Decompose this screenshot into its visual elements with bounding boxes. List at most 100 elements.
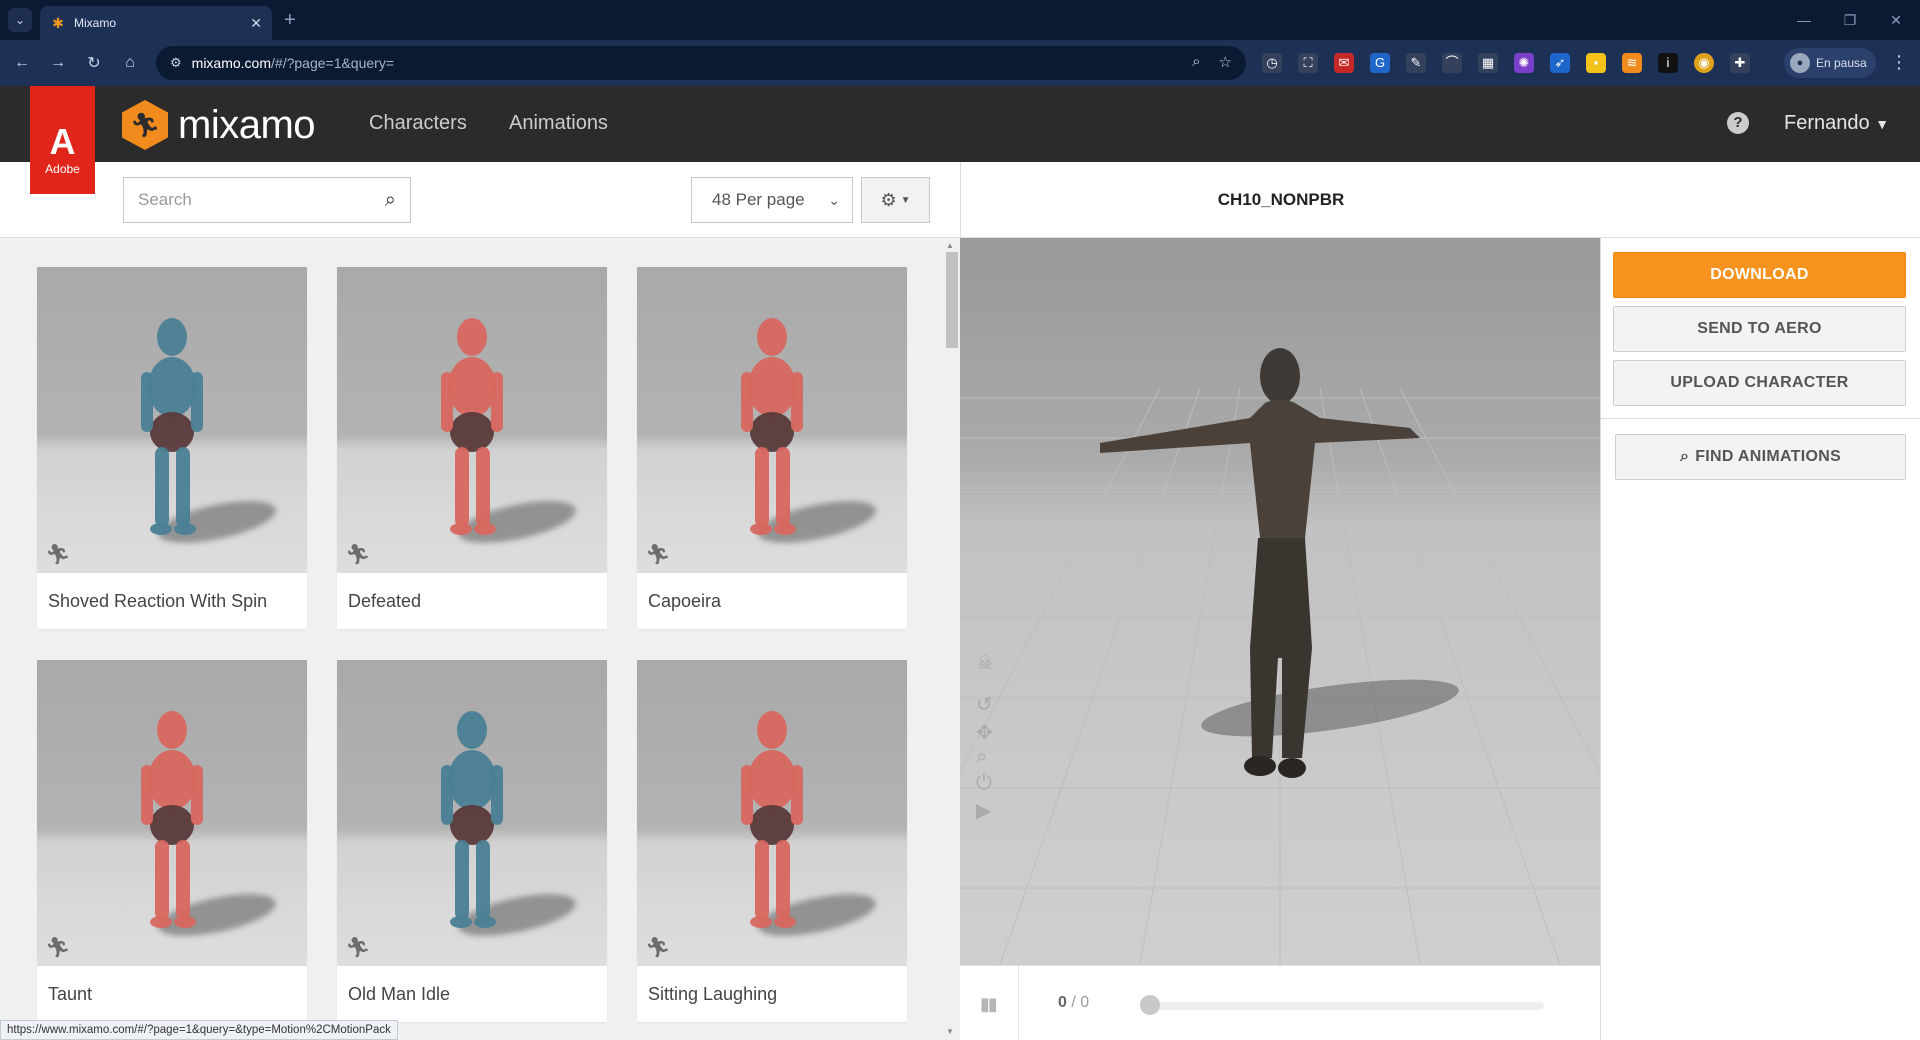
character-name: CH10_NONPBR — [1217, 190, 1345, 209]
running-man-icon: 🏃︎ — [645, 544, 671, 566]
action-panel: DOWNLOAD SEND TO AERO UPLOAD CHARACTER ⌕… — [1600, 238, 1920, 1040]
nav-animations[interactable]: Animations — [509, 112, 608, 135]
profile-button[interactable]: ● En pausa — [1784, 48, 1876, 78]
caret-down-icon: ▼ — [1875, 116, 1890, 132]
animation-label: Defeated — [348, 590, 422, 611]
extension-info-icon[interactable]: i — [1658, 53, 1678, 73]
close-tab-icon[interactable]: ✕ — [250, 15, 262, 32]
search-icon[interactable]: ⌕ — [385, 189, 396, 212]
animation-label: Sitting Laughing — [648, 983, 778, 1004]
animation-card[interactable]: 🏃︎ Taunt — [37, 660, 307, 1022]
bookmark-star-icon[interactable]: ☆ — [1219, 53, 1232, 71]
user-name: Fernando — [1784, 112, 1870, 134]
find-animations-button[interactable]: ⌕ FIND ANIMATIONS — [1615, 434, 1906, 480]
animation-thumbnail: 🏃︎ — [637, 267, 907, 573]
send-to-aero-button[interactable]: SEND TO AERO — [1613, 306, 1906, 352]
running-man-icon: 🏃︎ — [45, 544, 71, 566]
extensions-puzzle-icon[interactable]: ✚ — [1730, 53, 1750, 73]
animation-thumbnail: 🏃︎ — [37, 660, 307, 966]
running-man-icon: 🏃︎ — [645, 937, 671, 959]
extension-gear-icon[interactable]: ✺ — [1514, 53, 1534, 73]
back-button[interactable]: ← — [10, 51, 34, 75]
mannequin-figure — [741, 318, 803, 535]
animation-card[interactable]: 🏃︎ Shoved Reaction With Spin — [37, 267, 307, 629]
extension-eyedropper-icon[interactable]: ✎ — [1406, 53, 1426, 73]
extension-mail-icon[interactable]: ✉ — [1334, 53, 1354, 73]
chevron-down-icon: ⌄ — [828, 191, 840, 208]
viewport-floor-grid — [960, 348, 1600, 965]
forward-button[interactable]: → — [46, 51, 70, 75]
timeline-handle[interactable] — [1140, 995, 1160, 1015]
user-menu[interactable]: Fernando ▼ — [1784, 112, 1889, 135]
grid-scrollbar-track[interactable] — [945, 239, 960, 1040]
animation-card[interactable]: 🏃︎ Sitting Laughing — [637, 660, 907, 1022]
gear-icon: ⚙ — [880, 189, 897, 210]
timeline-track[interactable] — [1140, 1002, 1544, 1010]
pause-icon[interactable]: ▮▮ — [980, 994, 998, 1015]
power-icon[interactable]: ⏻ — [976, 772, 992, 795]
per-page-select[interactable]: 48 Per page ⌄ — [691, 177, 853, 223]
extension-clapper-icon[interactable]: ▦ — [1478, 53, 1498, 73]
grid-scrollbar-thumb[interactable] — [946, 252, 958, 348]
skull-icon[interactable]: ☠ — [976, 651, 994, 676]
animation-card[interactable]: 🏃︎ Old Man Idle — [337, 660, 607, 1022]
home-button[interactable]: ⌂ — [118, 51, 142, 75]
site-settings-icon[interactable]: ⚙ — [170, 55, 182, 71]
animation-grid: 🏃︎ Shoved Reaction With Spin 🏃︎ Defeated 🏃︎ C… — [0, 239, 960, 1040]
search-input[interactable] — [138, 190, 385, 210]
extensions-row: ◷ ⛶ ✉ G ✎ ⌒ ▦ ✺ ➶ ▪ ≋ i ◉ ✚ — [1262, 53, 1750, 73]
search-box[interactable]: ⌕ — [123, 177, 411, 223]
close-window-button[interactable]: ✕ — [1876, 6, 1916, 34]
frame-counter: 0 / 0 — [1058, 994, 1089, 1012]
adobe-label: Adobe — [45, 162, 80, 176]
profile-status: En pausa — [1816, 56, 1867, 70]
minimize-window-button[interactable]: — — [1784, 6, 1824, 34]
mannequin-figure — [441, 711, 503, 928]
animation-label: Shoved Reaction With Spin — [48, 590, 268, 611]
adobe-a-icon: A — [49, 121, 76, 162]
extension-rss-icon[interactable]: ≋ — [1622, 53, 1642, 73]
mannequin-figure — [141, 711, 203, 928]
extension-clock-icon[interactable]: ◷ — [1262, 53, 1282, 73]
animation-card[interactable]: 🏃︎ Defeated — [337, 267, 607, 629]
upload-character-button[interactable]: UPLOAD CHARACTER — [1613, 360, 1906, 406]
url-host: mixamo.com — [191, 55, 272, 71]
browser-tab[interactable]: ✱ Mixamo ✕ — [40, 6, 272, 40]
pan-icon[interactable]: ✥ — [976, 720, 993, 745]
animation-label: Taunt — [48, 983, 93, 1004]
mixamo-logo[interactable]: 🏃︎ mixamo — [122, 100, 316, 150]
extension-coin-icon[interactable]: ◉ — [1694, 53, 1714, 73]
extension-feather-icon[interactable]: ➶ — [1550, 53, 1570, 73]
help-icon[interactable]: ? — [1727, 112, 1749, 134]
browse-toolbar: ⌕ 48 Per page ⌄ ⚙ ▼ — [0, 162, 960, 238]
zoom-icon[interactable]: ⌕ — [1192, 53, 1200, 71]
tab-search-button[interactable]: ⌄ — [8, 8, 32, 32]
download-button[interactable]: DOWNLOAD — [1613, 252, 1906, 298]
address-bar[interactable]: ⚙ mixamo.com/#/?page=1&query= ⌕ ☆ — [156, 46, 1246, 80]
adobe-logo[interactable]: A Adobe — [30, 86, 95, 194]
extension-screenshot-icon[interactable]: ⛶ — [1298, 53, 1318, 73]
mixamo-favicon-icon: ✱ — [52, 15, 64, 31]
restore-window-button[interactable]: ❐ — [1830, 6, 1870, 34]
animation-card[interactable]: 🏃︎ Capoeira — [637, 267, 907, 629]
zoom-icon[interactable]: ⌕ — [976, 746, 987, 769]
character-viewport[interactable]: ☠ ↺ ✥ ⌕ ⏻ ▶ — [960, 238, 1600, 965]
search-icon: ⌕ — [1679, 448, 1690, 465]
browser-tab-bar: ⌄ ✱ Mixamo ✕ + — ❐ ✕ — [0, 0, 1920, 40]
scroll-up-arrow[interactable]: ▲ — [946, 241, 954, 250]
nav-characters[interactable]: Characters — [369, 112, 467, 135]
settings-dropdown-button[interactable]: ⚙ ▼ — [861, 177, 930, 223]
browser-menu-icon[interactable]: ⋮ — [1890, 52, 1908, 73]
new-tab-button[interactable]: + — [284, 8, 296, 32]
animation-thumbnail: 🏃︎ — [637, 660, 907, 966]
reload-button[interactable]: ↻ — [82, 51, 106, 75]
scroll-down-arrow[interactable]: ▼ — [946, 1027, 954, 1036]
extension-note-icon[interactable]: ▪ — [1586, 53, 1606, 73]
animation-player: ▮▮ 0 / 0 — [960, 965, 1600, 1040]
status-url-tooltip: https://www.mixamo.com/#/?page=1&query=&… — [0, 1020, 398, 1040]
camera-icon[interactable]: ▶ — [976, 798, 991, 823]
reset-view-icon[interactable]: ↺ — [976, 692, 993, 717]
app-header: 🏃︎ mixamo Characters Animations ? Fernan… — [0, 86, 1920, 162]
extension-translate-icon[interactable]: G — [1370, 53, 1390, 73]
extension-rainbow-icon[interactable]: ⌒ — [1442, 53, 1462, 73]
